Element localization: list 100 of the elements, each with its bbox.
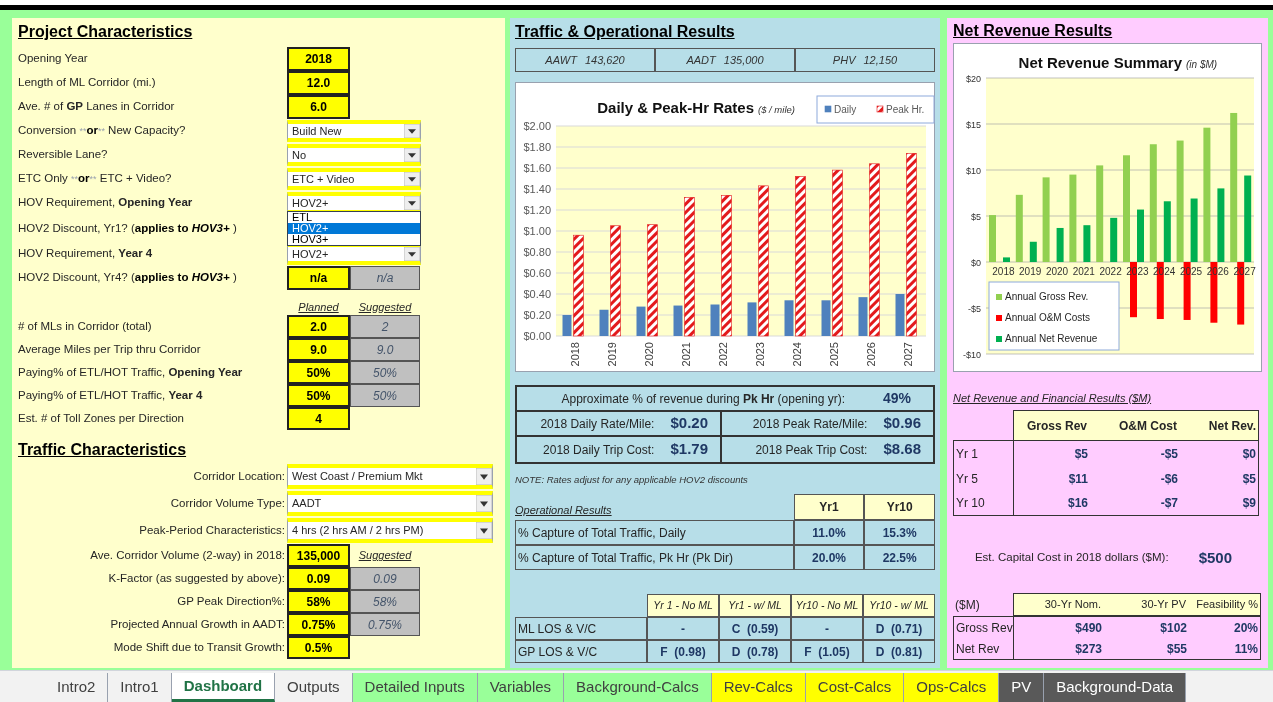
bar bbox=[1029, 241, 1037, 262]
axis-label: 2025 bbox=[827, 342, 840, 367]
table-cell: C (0.59) bbox=[719, 617, 791, 640]
input-cell[interactable]: 50% bbox=[287, 361, 350, 384]
column-header: Yr10 - No ML bbox=[791, 594, 863, 617]
input-cell[interactable]: 2018 bbox=[287, 47, 350, 71]
axis-label: 2021 bbox=[679, 342, 692, 367]
stat-value: 12,150 bbox=[863, 52, 898, 68]
bar bbox=[1015, 194, 1023, 262]
legend-label: Daily bbox=[834, 104, 857, 115]
input-cell[interactable]: 50% bbox=[287, 384, 350, 407]
field-label: HOV Requirement, Year 4 bbox=[18, 246, 154, 262]
column-header: Yr1 bbox=[793, 494, 865, 520]
tick-label: $1.00 bbox=[523, 225, 551, 237]
field-label: # of MLs in Corridor (total) bbox=[18, 318, 153, 334]
tick-label: $15 bbox=[965, 120, 981, 130]
table-cell: 20.0% bbox=[793, 545, 865, 570]
table-cell-text: $55 bbox=[1165, 640, 1188, 658]
table-cell: GP LOS & V/C bbox=[515, 640, 647, 663]
legend-label: Annual Net Revenue bbox=[1005, 333, 1098, 344]
caret-icon bbox=[476, 495, 492, 512]
dropdown[interactable]: AADT bbox=[287, 491, 493, 516]
axis-label: 2027 bbox=[901, 342, 914, 367]
rate-value: $0.20 bbox=[670, 413, 708, 434]
sheet-tab[interactable]: Background-Data bbox=[1044, 673, 1186, 702]
field-label: Paying% of ETL/HOT Traffic, Year 4 bbox=[18, 387, 204, 403]
input-cell[interactable]: 135,000 bbox=[287, 544, 350, 567]
axis-label: 2026 bbox=[864, 342, 877, 367]
table-cell-text: 11% bbox=[1233, 640, 1259, 658]
column-header: Feasibility % bbox=[1188, 593, 1261, 616]
field-label: Paying% of ETL/HOT Traffic, Opening Year bbox=[18, 364, 244, 380]
sheet-tab[interactable]: Rev-Calcs bbox=[711, 673, 806, 702]
legend-label: Annual O&M Costs bbox=[1005, 312, 1091, 323]
field-label: HOV Requirement, Opening Year bbox=[18, 195, 194, 211]
sheet-tab[interactable]: PV bbox=[999, 673, 1045, 702]
column-header: Suggested bbox=[357, 548, 413, 564]
sheet-tab[interactable]: Variables bbox=[477, 673, 565, 702]
input-cell[interactable]: 0.75% bbox=[287, 613, 350, 636]
legend-label: Annual Gross Rev. bbox=[1005, 291, 1089, 302]
field-label: GP Peak Direction%: bbox=[176, 593, 286, 609]
axis-label: 2020 bbox=[642, 342, 655, 367]
table-cell: 11.0% bbox=[793, 520, 865, 545]
column-header: Yr10 bbox=[864, 494, 935, 520]
dropdown[interactable]: ETC + Video bbox=[287, 168, 421, 190]
legend-swatch bbox=[824, 105, 832, 113]
rate-value: $8.68 bbox=[883, 439, 921, 460]
table-cell-text: -$6 bbox=[1159, 470, 1179, 488]
section-title: Traffic Characteristics bbox=[18, 440, 188, 460]
tick-label: $0.80 bbox=[523, 246, 551, 258]
table-cell-text: $273 bbox=[1074, 640, 1103, 658]
dropdown-option[interactable]: HOV2+ bbox=[288, 223, 420, 234]
input-cell[interactable]: 12.0 bbox=[287, 71, 350, 95]
table-cell-text: $0 bbox=[1241, 445, 1257, 463]
stat-label: AAWT bbox=[545, 52, 577, 68]
dropdown[interactable]: HOV2+ bbox=[287, 192, 421, 214]
input-cell[interactable]: 58% bbox=[287, 590, 350, 613]
bar bbox=[1110, 217, 1118, 262]
field-label: Corridor Volume Type: bbox=[169, 495, 286, 511]
dropdown[interactable]: West Coast / Premium Mkt bbox=[287, 464, 493, 489]
input-cell[interactable]: n/a bbox=[287, 266, 350, 290]
dropdown[interactable]: Build New bbox=[287, 120, 421, 142]
input-cell[interactable]: 6.0 bbox=[287, 95, 350, 119]
field-label: Corridor Location: bbox=[192, 468, 286, 484]
legend-swatch bbox=[876, 105, 884, 113]
table-cell: Yr 1 bbox=[954, 441, 1014, 466]
table-cell: ML LOS & V/C bbox=[515, 617, 647, 640]
field-label: Projected Annual Growth in AADT: bbox=[109, 616, 286, 632]
field-label: Peak-Period Characteristics: bbox=[138, 522, 286, 538]
dropdown[interactable]: 4 hrs (2 hrs AM / 2 hrs PM) bbox=[287, 518, 493, 543]
sheet-tab[interactable]: Dashboard bbox=[171, 673, 276, 702]
suggested-cell: 50% bbox=[350, 384, 420, 407]
section-title: Traffic & Operational Results bbox=[515, 22, 736, 42]
dropdown[interactable]: No bbox=[287, 144, 421, 166]
input-cell[interactable]: 2.0 bbox=[287, 315, 350, 338]
tick-label: $5 bbox=[971, 212, 981, 222]
sheet-tab[interactable]: Background-Calcs bbox=[564, 673, 712, 702]
caret-icon bbox=[476, 468, 492, 485]
legend-swatch bbox=[996, 315, 1002, 321]
tick-label: $1.40 bbox=[523, 183, 551, 195]
tick-label: -$10 bbox=[963, 350, 981, 360]
input-cell[interactable]: 0.09 bbox=[287, 567, 350, 590]
sheet-tab[interactable]: Cost-Calcs bbox=[805, 673, 905, 702]
axis-label: 2022 bbox=[1099, 266, 1122, 277]
axis-label: 2020 bbox=[1045, 266, 1069, 277]
section-title: Net Revenue Results bbox=[953, 20, 1114, 41]
table-cell: Gross Rev bbox=[954, 617, 1014, 638]
input-cell[interactable]: 9.0 bbox=[287, 338, 350, 361]
tick-label: $1.60 bbox=[523, 162, 551, 174]
input-cell[interactable]: 0.5% bbox=[287, 636, 350, 659]
tick-label: $1.80 bbox=[523, 141, 551, 153]
column-header: ($M) bbox=[954, 596, 981, 614]
input-cell[interactable]: 4 bbox=[287, 407, 350, 430]
axis-label: 2018 bbox=[568, 342, 581, 367]
legend-swatch bbox=[996, 336, 1002, 342]
tick-label: $2.00 bbox=[523, 120, 551, 132]
sheet-tab[interactable]: Ops-Calcs bbox=[904, 673, 1000, 702]
sheet-tab[interactable]: Detailed Inputs bbox=[352, 673, 478, 702]
column-header: O&M Cost bbox=[1089, 410, 1179, 441]
chart-units: ($ / mile) bbox=[758, 104, 795, 115]
suggested-cell: 0.75% bbox=[350, 613, 420, 636]
